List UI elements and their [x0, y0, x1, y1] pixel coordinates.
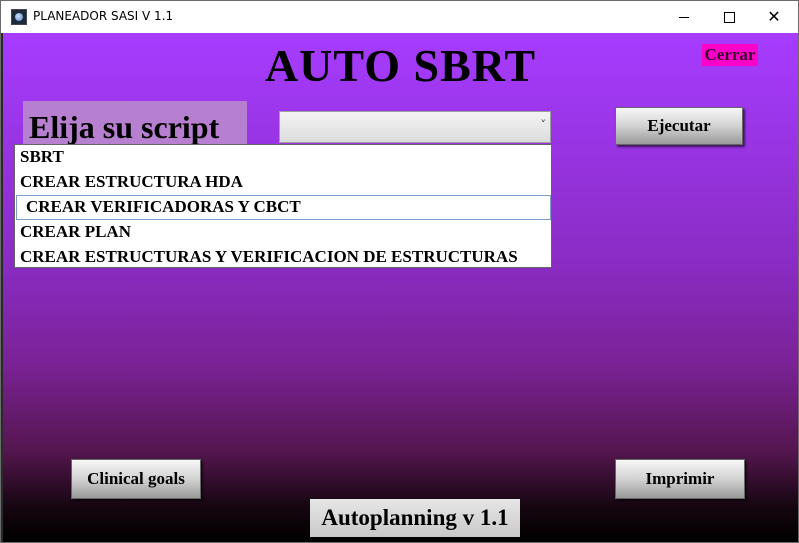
minimize-button[interactable]: [661, 1, 707, 33]
window-close-button[interactable]: ✕: [751, 1, 797, 33]
dropdown-option-crear-verificadoras[interactable]: CREAR VERIFICADORAS Y CBCT: [16, 195, 551, 220]
window-title: PLANEADOR SASI V 1.1: [33, 9, 174, 23]
maximize-button[interactable]: [706, 1, 752, 33]
dropdown-option-crear-estructura-hda[interactable]: CREAR ESTRUCTURA HDA: [15, 170, 551, 195]
title-bar: PLANEADOR SASI V 1.1 ✕: [1, 1, 798, 33]
minimize-icon: [679, 16, 689, 18]
clinical-goals-button[interactable]: Clinical goals: [71, 459, 201, 499]
cerrar-button[interactable]: Cerrar: [702, 44, 758, 66]
maximize-icon: [723, 11, 735, 23]
chevron-down-icon[interactable]: ˅: [541, 118, 547, 131]
app-icon: [11, 9, 27, 25]
imprimir-button[interactable]: Imprimir: [615, 459, 745, 499]
page-title: AUTO SBRT: [264, 40, 537, 91]
script-label: Elija su script: [23, 101, 247, 145]
close-icon: ✕: [767, 7, 781, 26]
dropdown-option-sbrt[interactable]: SBRT: [15, 145, 551, 170]
dropdown-option-crear-estructuras-verificacion[interactable]: CREAR ESTRUCTURAS Y VERIFICACION DE ESTR…: [15, 245, 551, 270]
ejecutar-button[interactable]: Ejecutar: [615, 107, 743, 145]
main-panel: AUTO SBRT Cerrar Elija su script ˅ SBRT …: [3, 33, 798, 542]
script-dropdown-list: SBRT CREAR ESTRUCTURA HDA CREAR VERIFICA…: [14, 144, 552, 268]
version-label: Autoplanning v 1.1: [310, 499, 520, 537]
app-window: PLANEADOR SASI V 1.1 ✕ AUTO SBRT Cerrar …: [0, 0, 799, 543]
dropdown-option-crear-plan[interactable]: CREAR PLAN: [15, 220, 551, 245]
script-combobox[interactable]: ˅: [279, 111, 551, 143]
